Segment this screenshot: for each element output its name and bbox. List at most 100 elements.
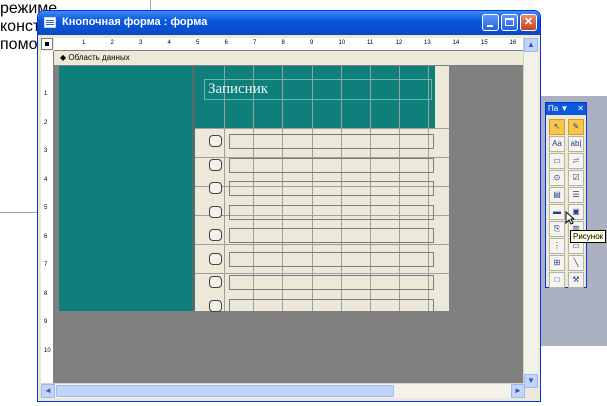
ruler-mark: 2 [44,119,48,126]
close-button[interactable]: ✕ [520,14,537,31]
select-pointer-icon[interactable]: ↖ [549,119,565,135]
command-button[interactable] [209,205,222,218]
form-icon [44,17,56,28]
ruler-mark: 3 [44,148,48,154]
mouse-cursor-icon [565,211,575,225]
ruler-mark: 4 [167,40,171,46]
maximize-button[interactable] [501,14,518,31]
list-box-icon[interactable]: ☰ [568,187,584,203]
section-label: ◆ Область данных [60,53,130,62]
button-row[interactable] [204,298,434,316]
scroll-right-button[interactable]: ► [511,384,525,398]
row-label-field[interactable] [229,157,434,173]
vertical-ruler[interactable]: 1 2 3 4 5 6 7 8 9 10 [41,51,54,387]
page-break-icon[interactable]: ⋮ [549,238,565,254]
ruler-mark: 7 [44,262,48,268]
command-button[interactable] [209,135,222,147]
toggle-button-icon[interactable]: ≓ [568,153,584,169]
toolbox-titlebar[interactable]: Па ▼ ✕ [546,103,586,115]
combo-box-icon[interactable]: ▤ [549,187,565,203]
toolbox-title: Па ▼ [548,103,568,115]
section-arrow-icon: ◆ [60,53,67,62]
ruler-mark: 11 [367,40,374,46]
ruler-mark: 3 [139,40,143,46]
label-icon[interactable]: Aa [549,136,565,152]
toolbox-panel[interactable]: Па ▼ ✕ ↖ ✎ Aa ab| ▭ ≓ ⊙ ☑ ▤ ☰ ▬ ▣ ⎘ ▥ ⋮ ▭ ⊞ ╲ □ ⚒ [545,102,587,288]
row-label-field[interactable] [229,298,434,314]
command-button-icon[interactable]: ▬ [549,204,565,220]
line-icon[interactable]: ╲ [568,255,584,271]
form-design-window[interactable]: Кнопочная форма : форма ✕ 1 2 3 4 5 6 7 8 9 10 11 1… [37,10,541,402]
button-row[interactable] [204,180,434,198]
close-icon: ✕ [523,16,534,28]
ruler-mark: 9 [44,319,48,325]
toolbox-close-icon[interactable]: ✕ [577,103,584,115]
form-selector[interactable] [41,38,53,50]
scroll-down-button[interactable]: ▼ [524,374,538,388]
ruler-mark: 1 [44,91,48,97]
command-button[interactable] [209,229,222,241]
ruler-mark: 5 [196,40,200,46]
grid-line [195,128,449,129]
ruler-mark: 1 [82,40,86,46]
ruler-mark: 5 [44,205,48,211]
title-bar[interactable]: Кнопочная форма : форма ✕ [38,11,540,35]
option-group-icon[interactable]: ▭ [549,153,565,169]
wizard-icon[interactable]: ✎ [568,119,584,135]
command-button[interactable] [209,299,222,312]
checkbox-icon[interactable]: ☑ [568,170,584,186]
toolbox-menu-icon[interactable]: ▼ [560,104,568,113]
row-label-field[interactable] [229,204,434,220]
ruler-mark: 7 [253,40,257,46]
command-button[interactable] [209,158,222,171]
row-label-field[interactable] [229,275,434,290]
textbox-icon[interactable]: ab| [568,136,584,152]
form-title-label[interactable]: Записник [204,79,432,100]
subform-icon[interactable]: ⊞ [549,255,565,271]
row-label-field[interactable] [229,181,434,196]
ruler-mark: 4 [44,176,48,183]
button-row[interactable] [204,227,434,245]
button-row[interactable] [204,274,434,292]
ruler-mark: 9 [310,40,314,46]
ruler-mark: 15 [481,40,488,46]
button-row[interactable] [204,251,434,269]
scroll-left-button[interactable]: ◄ [41,384,55,398]
minimize-button[interactable] [482,14,499,31]
ruler-mark: 10 [338,40,346,46]
button-row[interactable] [204,204,434,222]
ruler-mark: 6 [224,40,228,46]
ruler-mark: 14 [452,40,460,46]
rectangle-icon[interactable]: □ [549,272,565,288]
horizontal-scroll-thumb[interactable] [56,385,394,397]
ruler-mark: 8 [44,290,48,297]
command-button[interactable] [209,252,222,265]
ruler-mark: 2 [110,40,114,46]
row-label-field[interactable] [229,228,434,243]
scroll-up-button[interactable]: ▲ [524,38,538,52]
button-row[interactable] [204,157,434,175]
row-label-field[interactable] [229,134,434,149]
horizontal-ruler[interactable]: 1 2 3 4 5 6 7 8 9 10 11 12 13 14 15 16 [54,38,528,51]
detail-section-header[interactable]: ◆ Область данных [54,51,528,66]
button-row[interactable] [204,133,434,151]
form-title-text: Записник [208,81,269,97]
row-label-field[interactable] [229,251,434,267]
unbound-object-icon[interactable]: ⎘ [549,221,565,237]
more-controls-icon[interactable]: ⚒ [568,272,584,288]
option-button-icon[interactable]: ⊙ [549,170,565,186]
ruler-mark: 8 [281,40,285,46]
horizontal-scrollbar[interactable]: ◄ ► [41,383,525,398]
ruler-mark: 12 [395,40,403,46]
vertical-scrollbar[interactable]: ▲ ▼ [523,38,538,388]
section-title: Область данных [68,53,130,62]
ruler-mark: 6 [44,233,48,240]
window-title: Кнопочная форма : форма [62,16,208,28]
teal-side-panel[interactable] [59,66,192,311]
maximize-icon [502,15,517,30]
command-button[interactable] [209,182,222,194]
minimize-icon [483,15,498,30]
ruler-mark: 10 [44,347,51,354]
command-button[interactable] [209,276,222,288]
tooltip: Рисунок [570,230,607,243]
